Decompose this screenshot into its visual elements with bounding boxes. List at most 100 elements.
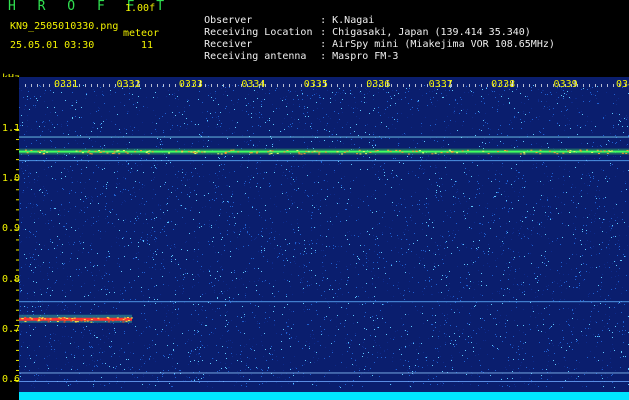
- noise-speck: [23, 192, 24, 193]
- noise-speck: [165, 165, 166, 166]
- noise-speck: [245, 105, 246, 106]
- noise-speck: [449, 235, 450, 236]
- noise-speck: [202, 306, 203, 307]
- noise-speck: [571, 331, 572, 332]
- noise-speck: [109, 253, 110, 254]
- noise-speck: [259, 323, 260, 324]
- noise-speck: [171, 256, 172, 257]
- noise-speck: [106, 203, 107, 204]
- noise-speck: [549, 109, 550, 110]
- noise-speck: [70, 166, 71, 167]
- noise-speck: [247, 167, 248, 168]
- noise-speck: [124, 222, 125, 223]
- noise-speck: [418, 353, 419, 354]
- noise-speck: [372, 212, 373, 213]
- noise-speck: [167, 222, 168, 223]
- noise-speck: [462, 355, 463, 356]
- noise-speck: [202, 294, 203, 295]
- noise-speck: [440, 356, 441, 357]
- noise-speck: [451, 309, 452, 310]
- noise-speck: [329, 383, 330, 384]
- noise-speck: [265, 93, 266, 94]
- noise-speck: [384, 172, 385, 173]
- noise-speck: [22, 379, 23, 380]
- noise-speck: [550, 180, 551, 181]
- noise-speck: [86, 379, 87, 380]
- noise-speck: [605, 314, 606, 315]
- noise-speck: [590, 88, 591, 89]
- noise-speck: [477, 249, 478, 250]
- noise-speck: [222, 133, 223, 134]
- noise-speck: [53, 226, 54, 227]
- noise-speck: [44, 169, 45, 170]
- noise-speck: [304, 364, 305, 365]
- noise-speck: [162, 229, 163, 230]
- noise-speck: [583, 101, 584, 102]
- noise-speck: [177, 363, 178, 364]
- noise-speck: [426, 360, 427, 361]
- noise-speck: [202, 322, 203, 323]
- noise-speck: [25, 161, 26, 162]
- noise-speck: [36, 282, 37, 283]
- noise-speck: [318, 209, 319, 210]
- noise-speck: [543, 90, 544, 91]
- noise-speck: [536, 267, 537, 268]
- noise-speck: [624, 118, 625, 119]
- noise-speck: [576, 217, 577, 218]
- noise-speck: [311, 277, 312, 278]
- noise-speck: [483, 265, 484, 266]
- noise-speck: [238, 99, 239, 100]
- noise-speck: [373, 346, 374, 347]
- noise-speck: [45, 325, 46, 326]
- noise-speck: [62, 336, 63, 337]
- noise-speck: [168, 370, 169, 371]
- noise-speck: [142, 184, 143, 185]
- noise-speck: [171, 192, 172, 193]
- noise-speck: [83, 335, 84, 336]
- noise-speck: [565, 360, 566, 361]
- noise-speck: [89, 138, 90, 139]
- noise-speck: [66, 223, 67, 224]
- noise-speck: [164, 307, 165, 308]
- noise-speck: [76, 347, 77, 348]
- noise-speck: [577, 319, 578, 320]
- noise-speck: [203, 140, 204, 141]
- noise-speck: [29, 172, 30, 173]
- noise-speck: [324, 129, 325, 130]
- noise-speck: [113, 307, 114, 308]
- noise-speck: [319, 97, 320, 98]
- noise-speck: [175, 277, 176, 278]
- noise-speck: [427, 270, 428, 271]
- noise-speck: [213, 182, 214, 183]
- noise-speck: [203, 146, 204, 147]
- noise-speck: [537, 276, 538, 277]
- noise-speck: [198, 124, 199, 125]
- noise-speck: [553, 360, 554, 361]
- noise-speck: [587, 217, 588, 218]
- noise-speck: [292, 173, 293, 174]
- noise-speck: [329, 289, 330, 290]
- noise-speck: [418, 366, 419, 367]
- noise-speck: [60, 254, 61, 255]
- noise-speck: [366, 269, 367, 270]
- noise-speck: [620, 260, 621, 261]
- noise-speck: [357, 256, 358, 257]
- noise-speck: [178, 308, 179, 309]
- noise-speck: [345, 338, 346, 339]
- noise-speck: [550, 206, 551, 207]
- noise-speck: [539, 224, 540, 225]
- noise-speck: [217, 297, 218, 298]
- noise-speck: [542, 164, 543, 165]
- noise-speck: [492, 293, 493, 294]
- noise-speck: [546, 286, 547, 287]
- noise-speck: [565, 225, 566, 226]
- noise-speck: [288, 126, 289, 127]
- noise-speck: [551, 340, 552, 341]
- noise-speck: [358, 257, 359, 258]
- noise-speck: [431, 238, 432, 239]
- noise-speck: [531, 234, 532, 235]
- noise-speck: [155, 361, 156, 362]
- noise-speck: [377, 318, 378, 319]
- noise-speck: [373, 110, 374, 111]
- noise-speck: [428, 156, 429, 157]
